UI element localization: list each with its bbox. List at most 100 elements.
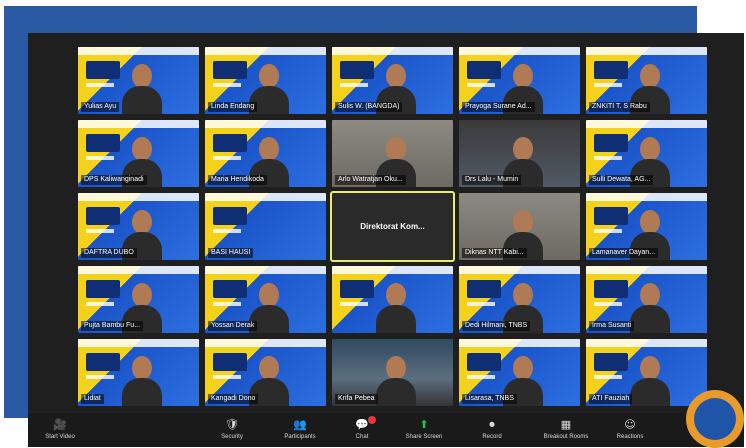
participant-tile-active-speaker[interactable]: Direktorat Kom...	[330, 191, 455, 262]
banner-logo	[213, 280, 247, 298]
chat-button[interactable]: 💬 Chat	[336, 413, 388, 447]
participant-name: Pujta Bambu Fu...	[81, 321, 144, 331]
participant-tile[interactable]: Yulias Ayu	[78, 47, 199, 114]
toolbar-label: Breakout Rooms	[543, 434, 589, 440]
participant-name: Lamanaver Dayan...	[589, 248, 659, 258]
banner-logo	[594, 280, 628, 298]
banner-line	[86, 83, 114, 87]
notification-badge	[368, 416, 376, 424]
participant-tile[interactable]: Maria Hendikoda	[205, 120, 326, 187]
participant-tile[interactable]: Diknas NTT Kabi...	[459, 193, 580, 260]
participant-name: BASI HAUSI	[208, 248, 254, 258]
breakout-icon: ▦	[560, 418, 572, 431]
toolbar-label: Share Screen	[405, 434, 443, 440]
banner-logo	[213, 353, 247, 371]
banner-logo	[340, 280, 374, 298]
gallery-grid: Yulias Ayu Linda Endang Sulis W. (BANGDA…	[78, 47, 707, 407]
participant-name: Diknas NTT Kabi...	[462, 248, 527, 258]
participant-tile[interactable]: BASI HAUSI	[205, 193, 326, 260]
participant-tile[interactable]: Kangadi Dono	[205, 339, 326, 406]
participant-tile[interactable]: ATI Fauziah	[586, 339, 707, 406]
record-button[interactable]: ⏺ Record	[466, 413, 518, 447]
participant-name: Kangadi Dono	[208, 394, 259, 404]
banner-line	[86, 375, 114, 379]
participant-name: Sulis W. (BANGDA)	[335, 102, 403, 112]
share-screen-icon: ⬆	[419, 418, 429, 431]
banner-logo	[86, 280, 120, 298]
participant-tile[interactable]: Pujta Bambu Fu...	[78, 266, 199, 333]
participant-center-name: Direktorat Kom...	[360, 222, 425, 231]
banner-stripe	[78, 47, 199, 55]
start-video-button[interactable]: 🎥 Start Video	[34, 413, 86, 447]
participant-tile[interactable]: Arlo Watratjan Oku...	[332, 120, 453, 187]
participant-name: Prayoga Surane Ad...	[462, 102, 535, 112]
banner-line	[213, 229, 241, 233]
banner-line	[213, 83, 241, 87]
banner-stripe	[332, 47, 453, 55]
banner-stripe	[459, 266, 580, 274]
banner-stripe	[586, 193, 707, 201]
participant-video	[122, 356, 162, 406]
participant-name: DAFTRA DUBO	[81, 248, 137, 258]
participant-tile[interactable]: DPS Kaliwanginadi	[78, 120, 199, 187]
security-button[interactable]: 🛡 Security	[206, 413, 258, 447]
participant-name: Linda Endang	[208, 102, 258, 112]
banner-line	[86, 302, 114, 306]
participant-tile[interactable]: Lidiat	[78, 339, 199, 406]
banner-logo	[86, 134, 120, 152]
participant-name: Yulias Ayu	[81, 102, 120, 112]
participant-video	[122, 64, 162, 114]
banner-line	[594, 375, 622, 379]
banner-stripe	[459, 339, 580, 347]
toolbar-label: Reactions	[616, 434, 644, 440]
reactions-icon: ☺	[624, 418, 636, 431]
banner-line	[86, 229, 114, 233]
participant-tile[interactable]	[332, 266, 453, 333]
toolbar-label: Start Video	[45, 434, 75, 440]
participant-video	[376, 283, 416, 333]
video-icon: 🎥	[53, 418, 67, 431]
banner-logo	[467, 280, 501, 298]
share-screen-button[interactable]: ⬆ Share Screen	[398, 413, 450, 447]
participant-tile[interactable]: Sulis W. (BANGDA)	[332, 47, 453, 114]
banner-stripe	[332, 266, 453, 274]
participant-tile[interactable]: Krifa Pebea	[332, 339, 453, 406]
participant-tile[interactable]: Dedi Hilmani, TNBS	[459, 266, 580, 333]
toolbar-label: Record	[482, 434, 502, 440]
breakout-rooms-button[interactable]: ▦ Breakout Rooms	[540, 413, 592, 447]
participants-button[interactable]: 👥 Participants	[274, 413, 326, 447]
participant-tile[interactable]: Sulli Dewata, AG...	[586, 120, 707, 187]
zoom-meeting-window: Yulias Ayu Linda Endang Sulis W. (BANGDA…	[28, 33, 744, 447]
participant-tile[interactable]: Linda Endang	[205, 47, 326, 114]
participant-name: Drs Lalu - Mumin	[462, 175, 522, 185]
banner-logo	[213, 134, 247, 152]
participant-name: ATI Fauziah	[589, 394, 633, 404]
participant-tile[interactable]: Yossan Derak	[205, 266, 326, 333]
banner-line	[594, 83, 622, 87]
banner-logo	[594, 61, 628, 79]
banner-logo	[86, 353, 120, 371]
participant-tile[interactable]: Irma Susanti	[586, 266, 707, 333]
reactions-button[interactable]: ☺ Reactions	[604, 413, 656, 447]
banner-line	[594, 229, 622, 233]
banner-stripe	[205, 266, 326, 274]
banner-logo	[594, 134, 628, 152]
record-icon: ⏺	[489, 418, 495, 431]
participant-video	[630, 283, 670, 333]
participant-video	[376, 356, 416, 406]
participant-tile[interactable]: Drs Lalu - Mumin	[459, 120, 580, 187]
banner-stripe	[459, 47, 580, 55]
participant-tile[interactable]: Lamanaver Dayan...	[586, 193, 707, 260]
banner-line	[213, 156, 241, 160]
participant-tile[interactable]: ZNKITI T. S Rabu	[586, 47, 707, 114]
banner-logo	[467, 61, 501, 79]
toolbar-label: Chat	[355, 434, 369, 440]
banner-stripe	[205, 120, 326, 128]
banner-line	[213, 375, 241, 379]
banner-stripe	[205, 339, 326, 347]
participant-tile[interactable]: Lisarasa, TNBS	[459, 339, 580, 406]
banner-line	[467, 302, 495, 306]
participant-tile[interactable]: Prayoga Surane Ad...	[459, 47, 580, 114]
participant-tile[interactable]: DAFTRA DUBO	[78, 193, 199, 260]
banner-logo	[594, 207, 628, 225]
